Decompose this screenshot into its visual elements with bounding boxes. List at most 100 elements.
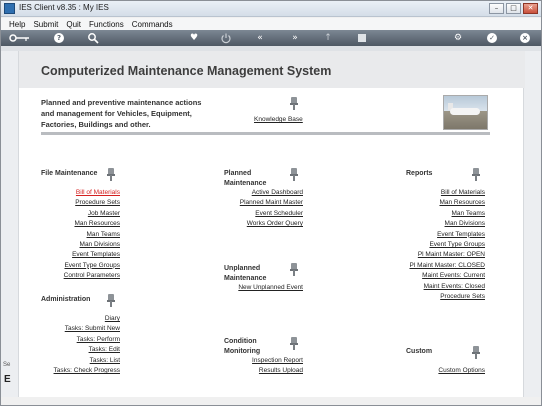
pin-icon[interactable] [290,97,298,111]
fast-forward-icon[interactable]: » [289,32,301,44]
divider [41,132,490,135]
intro-line: Factories, Buildings and other. [41,120,151,129]
intro-text: Planned and preventive maintenance actio… [41,97,241,130]
pin-icon[interactable] [290,263,298,277]
minimize-button[interactable]: – [489,3,504,14]
fm-event-type-groups-link[interactable]: Event Type Groups [64,261,120,271]
fm-event-templates-link[interactable]: Event Templates [72,250,120,260]
pin-icon[interactable] [472,168,480,182]
rpt-man-teams-link[interactable]: Man Teams [452,209,485,219]
fm-man-teams-link[interactable]: Man Teams [87,230,120,240]
rpt-man-divisions-link[interactable]: Man Divisions [445,219,485,229]
rpt-maint-events-current-link[interactable]: Maint Events: Current [422,271,485,281]
app-window: IES Client v8.35 : My IES – □ ✕ Help Sub… [0,0,542,406]
left-margin [1,51,18,397]
unplanned-maintenance-links: New Unplanned Event [238,283,303,293]
menu-functions[interactable]: Functions [89,20,124,29]
custom-options-link[interactable]: Custom Options [438,366,485,376]
rewind-icon[interactable]: « [254,32,266,44]
up-icon[interactable]: ↑ [323,32,333,44]
new-unplanned-event-link[interactable]: New Unplanned Event [238,283,303,293]
planned-maint-master-link[interactable]: Planned Maint Master [240,198,303,208]
file-maintenance-title: File Maintenance [41,170,98,177]
custom-links: Custom Options [438,366,485,376]
results-upload-link[interactable]: Results Upload [259,366,303,376]
menu-commands[interactable]: Commands [132,20,173,29]
unplanned-title-line: Unplanned [224,265,261,272]
pin-icon[interactable] [290,168,298,182]
key-icon[interactable] [9,32,31,44]
planned-maintenance-title: Planned Maintenance [224,169,266,189]
rpt-pl-maint-master-closed-link[interactable]: Pl Maint Master: CLOSED [410,261,486,271]
planned-maintenance-links: Active Dashboard Planned Maint Master Ev… [240,188,303,230]
works-order-query-link[interactable]: Works Order Query [247,219,303,229]
rpt-man-resources-link[interactable]: Man Resources [439,198,485,208]
condition-monitoring-title: Condition Monitoring [224,337,260,357]
reports-title: Reports [406,170,433,177]
rpt-procedure-sets-link[interactable]: Procedure Sets [440,292,485,302]
window-controls: – □ ✕ [489,3,538,14]
admin-tasks-list-link[interactable]: Tasks: List [90,356,120,366]
gear-icon[interactable]: ⚙ [452,32,464,44]
rpt-maint-events-closed-link[interactable]: Maint Events: Closed [424,282,485,292]
close-icon[interactable]: × [520,33,530,43]
window-title: IES Client v8.35 : My IES [19,3,109,12]
condition-monitoring-links: Inspection Report Results Upload [252,356,303,377]
power-icon[interactable] [220,32,232,44]
fm-bill-of-materials-link[interactable]: Bill of Materials [76,188,120,198]
main-content: Computerized Maintenance Management Syst… [18,51,525,397]
fm-man-resources-link[interactable]: Man Resources [74,219,120,229]
pin-icon[interactable] [107,168,115,182]
planned-title-line: Planned [224,170,252,177]
rpt-event-type-groups-link[interactable]: Event Type Groups [429,240,485,250]
admin-tasks-perform-link[interactable]: Tasks: Perform [77,335,120,345]
rpt-event-templates-link[interactable]: Event Templates [437,230,485,240]
administration-links: Diary Tasks: Submit New Tasks: Perform T… [54,314,120,376]
title-bar: IES Client v8.35 : My IES – □ ✕ [1,1,541,17]
close-window-button[interactable]: ✕ [523,3,538,14]
fm-man-divisions-link[interactable]: Man Divisions [80,240,120,250]
header-band: Computerized Maintenance Management Syst… [19,51,525,88]
page-title: Computerized Maintenance Management Syst… [41,64,332,78]
menu-quit[interactable]: Quit [66,20,81,29]
status-fragment: Se [3,362,11,368]
rpt-bill-of-materials-link[interactable]: Bill of Materials [441,188,485,198]
condition-title-line: Condition [224,338,257,345]
menu-bar: Help Submit Quit Functions Commands [1,18,541,30]
menu-submit[interactable]: Submit [33,20,58,29]
custom-title: Custom [406,348,433,355]
help-icon[interactable]: ? [54,33,64,43]
pin-icon[interactable] [107,294,115,308]
toolbar: ? ♥ « » ↑ ⚙ ✓ × [1,30,541,46]
check-icon[interactable]: ✓ [487,33,497,43]
airplane-photo [443,95,488,130]
admin-tasks-submit-new-link[interactable]: Tasks: Submit New [65,324,120,334]
intro-line: Planned and preventive maintenance actio… [41,98,202,107]
stop-icon[interactable] [357,32,367,44]
admin-tasks-edit-link[interactable]: Tasks: Edit [89,345,120,355]
status-fragment-large: E [4,374,11,385]
pin-icon[interactable] [290,337,298,351]
file-maintenance-links: Bill of Materials Procedure Sets Job Mas… [64,188,120,282]
inspection-report-link[interactable]: Inspection Report [252,356,303,366]
reports-links: Bill of Materials Man Resources Man Team… [410,188,486,302]
maximize-button[interactable]: □ [506,3,521,14]
admin-diary-link[interactable]: Diary [105,314,120,324]
unplanned-maintenance-title: Unplanned Maintenance [224,264,266,284]
fm-job-master-link[interactable]: Job Master [88,209,120,219]
fm-procedure-sets-link[interactable]: Procedure Sets [75,198,120,208]
administration-title: Administration [41,296,91,303]
active-dashboard-link[interactable]: Active Dashboard [252,188,303,198]
pin-icon[interactable] [472,346,480,360]
heart-icon[interactable]: ♥ [188,32,200,44]
event-scheduler-link[interactable]: Event Scheduler [255,209,303,219]
app-icon [4,3,15,14]
knowledge-base-link[interactable]: Knowledge Base [254,116,303,123]
search-icon[interactable] [87,32,99,44]
rpt-pl-maint-master-open-link[interactable]: Pl Maint Master: OPEN [418,250,485,260]
intro-line: and management for Vehicles, Equipment, [41,109,192,118]
fm-control-parameters-link[interactable]: Control Parameters [64,271,120,281]
right-margin [524,51,541,397]
admin-tasks-check-progress-link[interactable]: Tasks: Check Progress [54,366,120,376]
menu-help[interactable]: Help [9,20,25,29]
